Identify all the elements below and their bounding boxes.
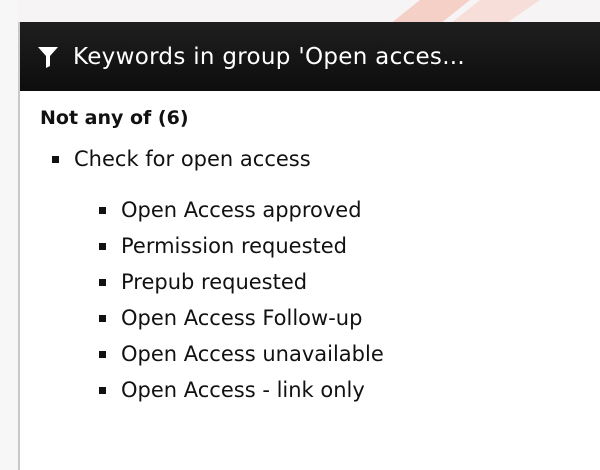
panel-header: Keywords in group 'Open acces... — [20, 22, 600, 91]
keyword-parent-item: Check for open access Open Access approv… — [52, 147, 600, 402]
keywords-panel: Keywords in group 'Open acces... Not any… — [18, 22, 600, 470]
keyword-item-open-access-approved[interactable]: Open Access approved — [99, 198, 600, 222]
keyword-item-permission-requested[interactable]: Permission requested — [99, 234, 600, 258]
keyword-label: Open Access Follow-up — [121, 306, 363, 330]
keyword-item-open-access-link-only[interactable]: Open Access - link only — [99, 378, 600, 402]
keyword-item-open-access-unavailable[interactable]: Open Access unavailable — [99, 342, 600, 366]
bullet-icon — [99, 242, 106, 250]
filter-icon — [37, 45, 59, 69]
bullet-icon — [99, 386, 106, 394]
keyword-label: Open Access unavailable — [121, 342, 384, 366]
keyword-label: Check for open access — [74, 147, 311, 171]
keyword-children: Open Access approved Permission requeste… — [52, 198, 600, 402]
bullet-icon — [52, 155, 59, 163]
panel-body: Not any of (6) Check for open access Ope… — [20, 91, 600, 402]
bullet-icon — [99, 350, 106, 358]
keyword-label: Permission requested — [121, 234, 348, 258]
keyword-tree: Check for open access Open Access approv… — [40, 147, 600, 402]
keyword-item-check-for-open-access[interactable]: Check for open access — [52, 147, 600, 171]
keyword-item-open-access-follow-up[interactable]: Open Access Follow-up — [99, 306, 600, 330]
bullet-icon — [99, 314, 106, 322]
keyword-label: Open Access - link only — [121, 378, 365, 402]
group-heading: Not any of (6) — [40, 107, 189, 129]
keyword-label: Open Access approved — [121, 198, 362, 222]
bullet-icon — [99, 206, 106, 214]
panel-title: Keywords in group 'Open acces... — [73, 43, 466, 70]
keyword-label: Prepub requested — [121, 270, 308, 294]
keyword-item-prepub-requested[interactable]: Prepub requested — [99, 270, 600, 294]
bullet-icon — [99, 278, 106, 286]
